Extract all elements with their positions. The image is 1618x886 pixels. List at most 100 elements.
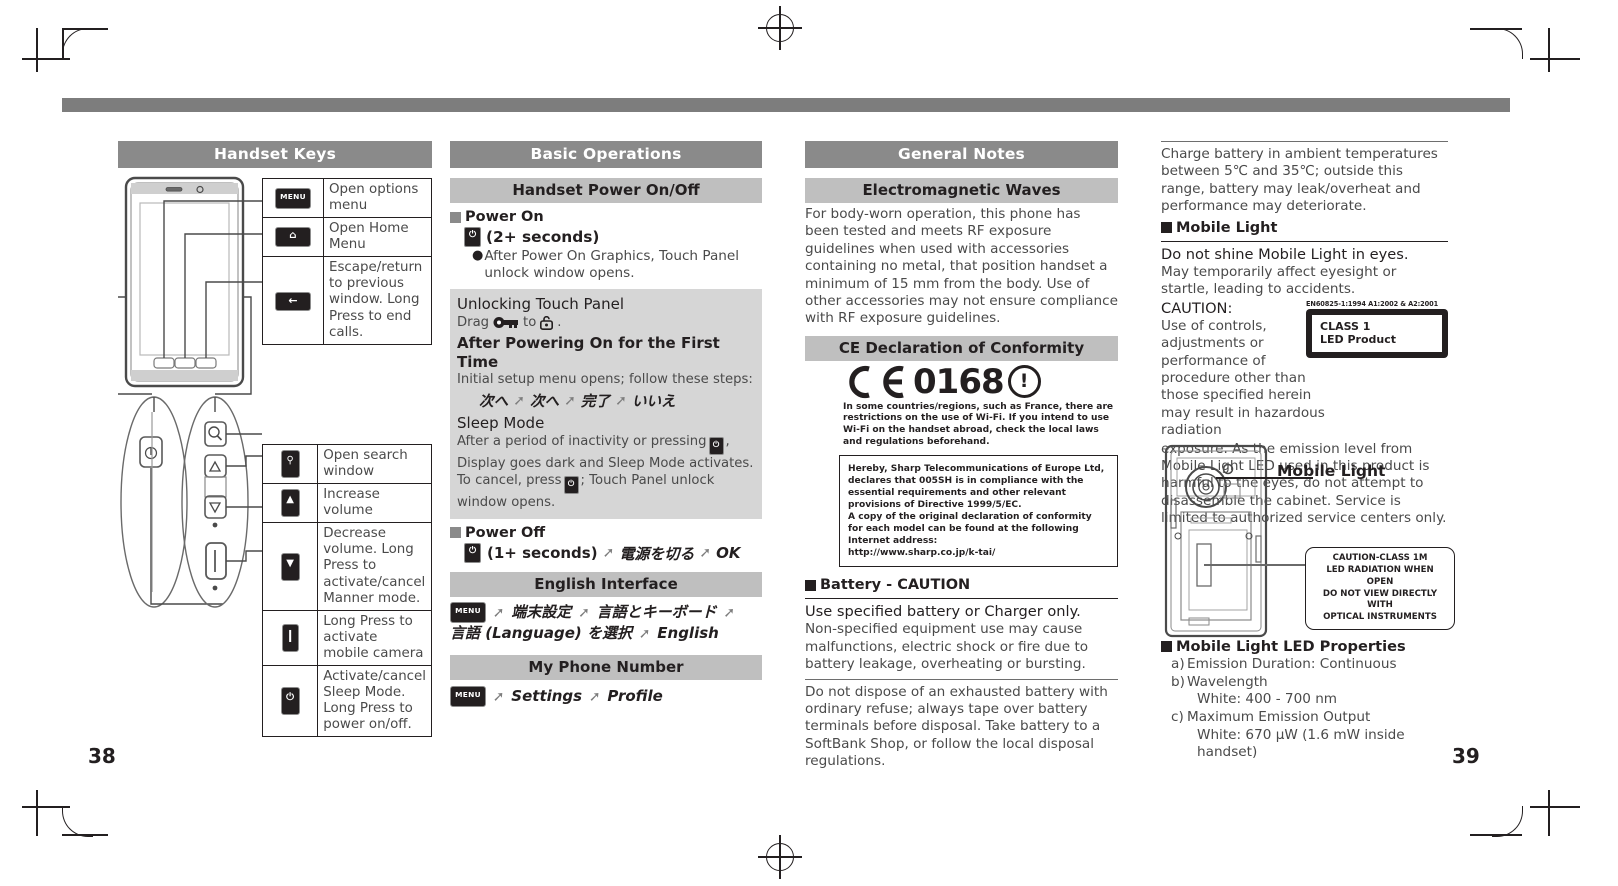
page-number-right: 39 [1452, 744, 1480, 768]
unlock-mid-text: to [523, 314, 537, 330]
arrow-icon: ➚ [513, 392, 525, 409]
header-band [62, 98, 1510, 112]
handset-keys-table-top: MENU Open options menu ⌂ Open Home Menu … [262, 177, 432, 345]
phone-step-1: Settings [511, 687, 583, 706]
section-title-general-notes: General Notes [805, 141, 1118, 168]
key-drag-icon [493, 317, 519, 329]
power-on-duration: (2+ seconds) [486, 228, 600, 246]
column-handset-keys: Handset Keys [118, 141, 432, 168]
search-key-desc: Open search window [317, 443, 432, 485]
square-bullet-icon [450, 527, 461, 539]
table-row: ⏻ Activate/cancel Sleep Mode. Long Press… [261, 664, 432, 738]
power-key-icon: ⏻ [464, 227, 481, 247]
power-key-icon: ⏻ [708, 436, 724, 455]
square-bullet-icon [1161, 222, 1172, 234]
arrow-icon: ➚ [588, 689, 601, 706]
no-shine-body-text: May temporarily affect eyesight or start… [1161, 263, 1397, 298]
handset-keys-table-bottom: ⚲ Open search window ▲ Increase volume ▼… [261, 443, 432, 738]
menu-key-desc: Open options menu [323, 177, 432, 219]
table-row: ❙ Long Press to activate mobile camera [261, 609, 432, 666]
power-off-duration: (1+ seconds) [487, 544, 598, 563]
list-marker: a) [1171, 656, 1185, 672]
camera-key-icon: ❙ [281, 623, 299, 652]
list-item: a) Emission Duration: Continuous [1161, 656, 1461, 674]
volume-up-key-desc: Increase volume [317, 483, 432, 524]
unlock-post-text: . [557, 314, 562, 330]
sleep-mode-heading: Sleep Mode [457, 414, 545, 433]
unlock-instruction: Drag to . [457, 315, 755, 332]
column-basic-operations: Basic Operations Handset Power On/Off Po… [450, 141, 762, 708]
arrow-icon: ➚ [602, 545, 615, 562]
table-row: ⚲ Open search window [261, 443, 432, 485]
mobile-light-heading: Mobile Light [1161, 220, 1448, 236]
arrow-icon: ➚ [492, 604, 505, 621]
camera-key-desc: Long Press to activate mobile camera [317, 609, 432, 666]
battery-caution-heading: Battery - CAUTION [805, 577, 1118, 593]
menu-key-icon: MENU [450, 686, 486, 708]
no-shine-lead-text: Do not shine Mobile Light in eyes. [1161, 245, 1409, 263]
menu-key-icon: MENU [450, 601, 486, 623]
volume-down-key-desc: Decrease volume. Long Press to activate/… [317, 522, 432, 611]
led-properties-list: a) Emission Duration: Continuous b) Wave… [1161, 656, 1461, 762]
power-key-icon: ⏻ [280, 687, 300, 716]
power-on-step: ⏻ (2+ seconds) [450, 227, 762, 247]
power-key-icon: ⏻ [563, 476, 579, 495]
home-key-icon: ⌂ [275, 227, 311, 248]
my-phone-number-steps: MENU ➚ Settings ➚ Profile [450, 686, 762, 708]
step-2: 次へ [529, 393, 560, 411]
table-row: ▼ Decrease volume. Long Press to activat… [261, 522, 432, 611]
arrow-icon: ➚ [564, 392, 576, 409]
list-text: Maximum Emission Output [1187, 709, 1371, 726]
power-off-label: Power Off [465, 524, 546, 541]
list-item: c) Maximum Emission Output [1161, 709, 1461, 727]
list-marker: b) [1171, 673, 1185, 690]
square-bullet-icon [805, 579, 816, 591]
led-class-line2: LED Product [1320, 333, 1397, 347]
back-key-icon-cell: ← [262, 256, 324, 345]
list-text: Emission Duration: Continuous [1187, 656, 1397, 672]
mobile-light-label: Mobile Light [1176, 219, 1278, 236]
power-on-bullet-text: After Power On Graphics, Touch Panel unl… [484, 248, 740, 282]
power-off-step-1: 電源を切る [619, 544, 695, 563]
battery-caution-label: Battery - CAUTION [820, 577, 971, 594]
ce-logo-icon [849, 365, 904, 398]
led-properties-heading: Mobile Light LED Properties [1161, 638, 1461, 655]
power-off-step-2: OK [716, 544, 741, 563]
subsection-title-power: Handset Power On/Off [450, 178, 762, 203]
square-bullet-icon [450, 211, 461, 223]
list-subitem: White: 670 μW (1.6 mW inside handset) [1197, 726, 1405, 761]
home-key-desc: Open Home Menu [323, 217, 432, 258]
sleep-mode-text: After a period of inactivity or pressing… [457, 433, 755, 512]
arrow-icon: ➚ [492, 689, 505, 706]
list-subitem: White: 400 - 700 nm [1197, 691, 1338, 708]
first-time-steps: 次へ ➚ 次へ ➚ 完了 ➚ いいえ [457, 390, 755, 411]
touch-panel-info-box: Unlocking Touch Panel Drag to . After Po… [450, 288, 762, 519]
step-4: いいえ [631, 393, 676, 411]
power-key-desc: Activate/cancel Sleep Mode. Long Press t… [317, 664, 432, 738]
mobile-light-callout: Mobile Light [1277, 462, 1386, 480]
ce-wifi-note: In some countries/regions, such as Franc… [843, 401, 1114, 447]
step-1: 次へ [479, 393, 509, 411]
caution-class-1m-balloon: CAUTION-CLASS 1M LED RADIATION WHEN OPEN… [1305, 547, 1455, 631]
alert-exclamation-icon: ! [1007, 365, 1041, 399]
volume-up-key-icon-cell: ▲ [261, 483, 319, 524]
power-on-bullet-row: ● After Power On Graphics, Touch Panel u… [450, 248, 762, 283]
page-spread: Handset Keys MENU Open options menu ⌂ Op… [0, 0, 1618, 886]
power-off-step: ⏻ (1+ seconds) ➚ 電源を切る ➚ OK [450, 543, 762, 564]
home-key-icon-cell: ⌂ [262, 217, 324, 258]
led-class-line1: CLASS 1 [1320, 319, 1371, 333]
battery-body-text: Non-specified equipment use may cause ma… [805, 621, 1089, 673]
menu-key-icon-cell: MENU [262, 177, 324, 219]
bullet-dot-icon: ● [472, 248, 484, 263]
volume-down-key-icon: ▼ [280, 552, 300, 581]
phone-step-2: Profile [607, 687, 663, 706]
english-step-1: 端末設定 [511, 602, 572, 621]
ce-declaration-text: Hereby, Sharp Telecommunications of Euro… [848, 464, 1105, 559]
section-title-handset-keys: Handset Keys [118, 141, 432, 168]
search-key-icon-cell: ⚲ [261, 443, 319, 485]
led-properties-label: Mobile Light LED Properties [1176, 638, 1406, 655]
arrow-icon: ➚ [638, 626, 651, 643]
caution-with-label: CAUTION: Use of controls, adjustments or… [1161, 300, 1448, 440]
volume-up-key-icon: ▲ [280, 489, 300, 518]
menu-key-icon: MENU [275, 187, 311, 209]
